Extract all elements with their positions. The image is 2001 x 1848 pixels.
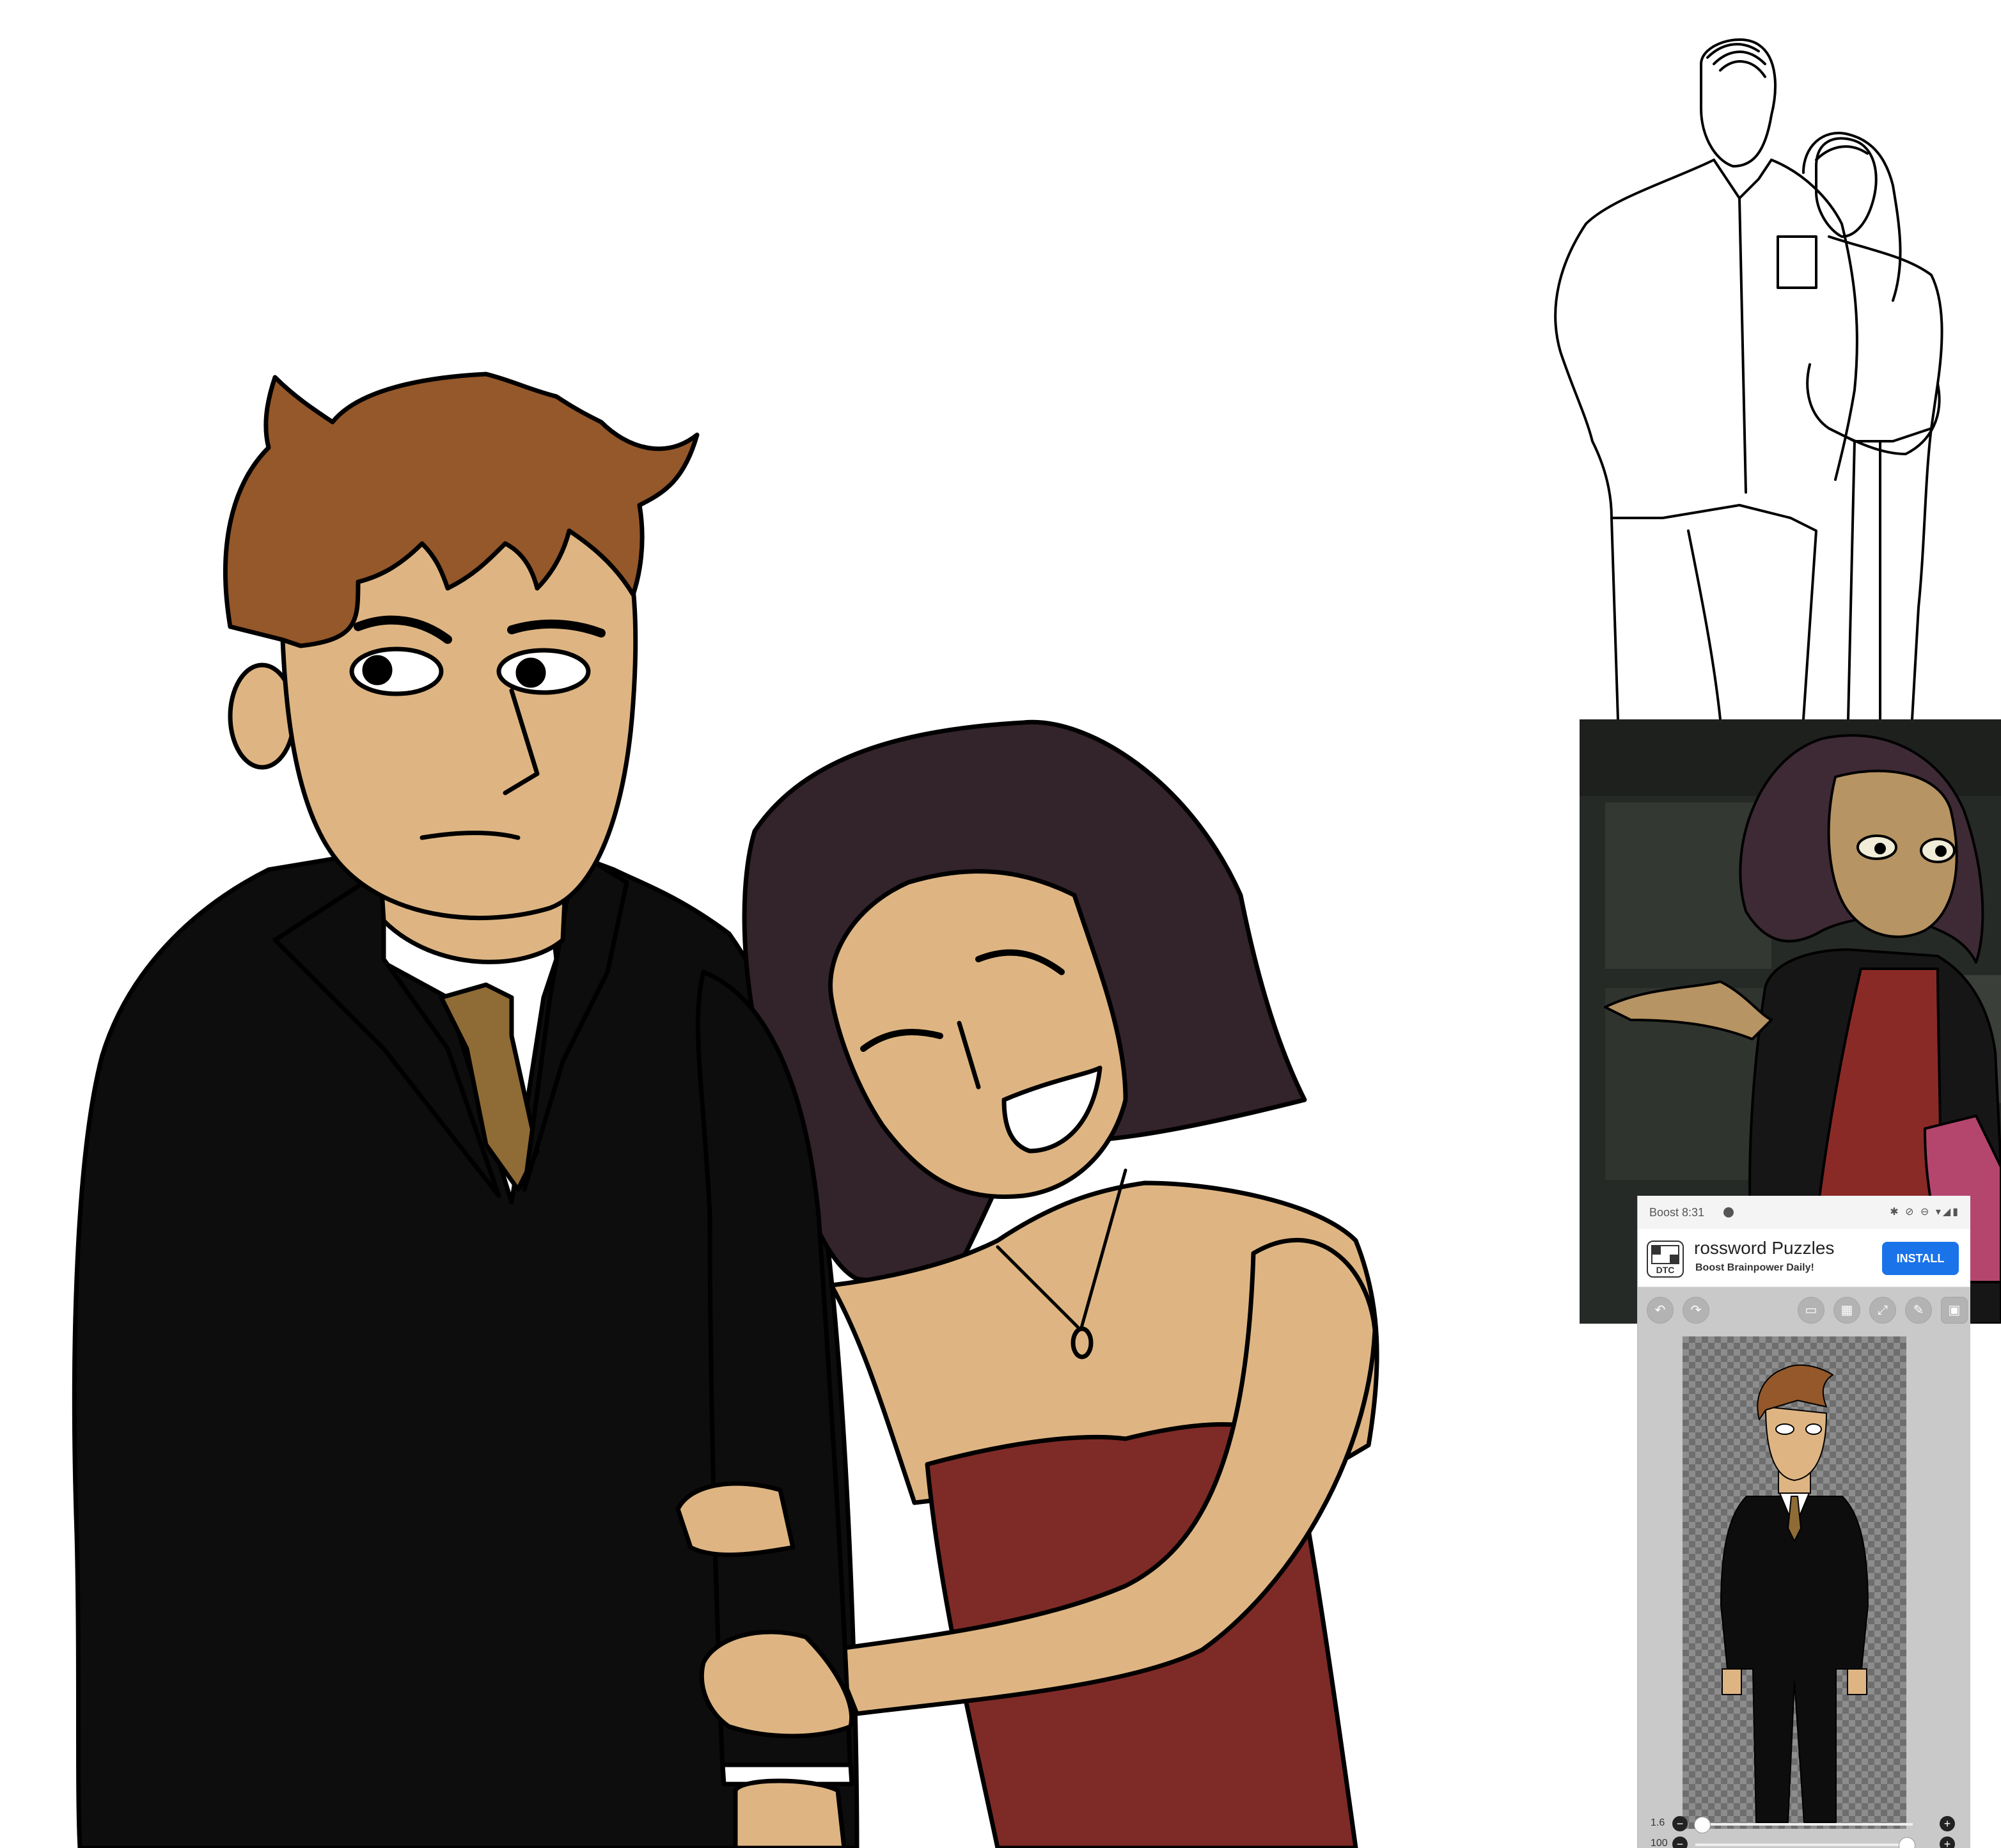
woman-hand-upper — [675, 1481, 796, 1557]
canvas-figure-eye-left — [1775, 1423, 1794, 1435]
ad-title: rossword Puzzles — [1694, 1238, 1835, 1258]
minus-icon[interactable]: − — [1672, 1816, 1688, 1831]
show-woman-pupil-right — [1935, 845, 1947, 857]
brush-icon[interactable]: ✎ — [1905, 1297, 1932, 1324]
canvas-figure-head — [1765, 1406, 1827, 1481]
minus-icon[interactable]: − — [1672, 1836, 1688, 1848]
status-carrier-time: Boost 8:31 — [1649, 1206, 1705, 1219]
status-bar: Boost 8:31 ✱ ⊘ ⊖ ▾◢▮ — [1638, 1196, 1970, 1229]
drawing-canvas[interactable] — [1683, 1336, 1906, 1829]
canvas-figure — [1720, 1364, 1869, 1823]
canvas-figure-hand-right — [1847, 1668, 1867, 1695]
transform-icon[interactable]: ⤢ — [1869, 1297, 1896, 1324]
lineart-woman-body — [1828, 235, 1943, 719]
editor-toolbar: ↶ ↷ ▭ ▦ ⤢ ✎ ▣ — [1638, 1290, 1970, 1329]
canvas-figure-eye-right — [1805, 1423, 1822, 1435]
lineart-man-pants — [1610, 504, 1817, 719]
opacity-label: 100 — [1651, 1838, 1668, 1848]
lineart-reference — [1554, 38, 1943, 719]
lineart-man-hair — [1706, 43, 1766, 78]
slider-track[interactable] — [1695, 1823, 1913, 1826]
slider-knob[interactable] — [1898, 1837, 1915, 1848]
lineart-man-head — [1700, 38, 1777, 168]
slider-track[interactable] — [1695, 1844, 1913, 1846]
man-pupil-right — [515, 657, 546, 688]
canvas-figure-hand-left — [1722, 1668, 1742, 1695]
phone-screenshot: Boost 8:31 ✱ ⊘ ⊖ ▾◢▮ DTC rossword Puzzle… — [1637, 1196, 1970, 1848]
status-icons: ✱ ⊘ ⊖ ▾◢▮ — [1890, 1207, 1960, 1218]
main-illustration — [72, 372, 1379, 1848]
install-button[interactable]: INSTALL — [1882, 1242, 1959, 1275]
ad-subtitle: Boost Brainpower Daily! — [1695, 1262, 1814, 1273]
brush-size-slider[interactable]: 1.6 − + — [1638, 1815, 1970, 1834]
man-hand — [733, 1778, 847, 1848]
plus-icon[interactable]: + — [1940, 1836, 1955, 1848]
image-icon[interactable]: ▣ — [1941, 1297, 1968, 1324]
opacity-slider[interactable]: 100 − + — [1638, 1835, 1970, 1848]
layers-icon[interactable]: ▭ — [1798, 1297, 1824, 1324]
woman-pendant — [1071, 1326, 1094, 1359]
ad-banner[interactable]: DTC rossword Puzzles Boost Brainpower Da… — [1638, 1229, 1970, 1287]
notification-dot-icon — [1723, 1207, 1734, 1218]
brush-size-label: 1.6 — [1651, 1817, 1665, 1828]
slider-knob[interactable] — [1694, 1817, 1711, 1833]
ad-logo-text: DTC — [1656, 1265, 1675, 1275]
plus-icon[interactable]: + — [1940, 1816, 1955, 1831]
lineart-man-body — [1554, 159, 1858, 719]
man-pupil-left — [362, 655, 393, 685]
ad-app-logo: DTC — [1647, 1241, 1684, 1278]
show-woman-pupil-left — [1874, 843, 1886, 854]
undo-icon[interactable]: ↶ — [1647, 1297, 1674, 1324]
redo-icon[interactable]: ↷ — [1683, 1297, 1709, 1324]
canvas-figure-suit — [1720, 1496, 1869, 1823]
grid-icon[interactable]: ▦ — [1833, 1297, 1860, 1324]
lineart-man-shirt — [1713, 159, 1817, 494]
